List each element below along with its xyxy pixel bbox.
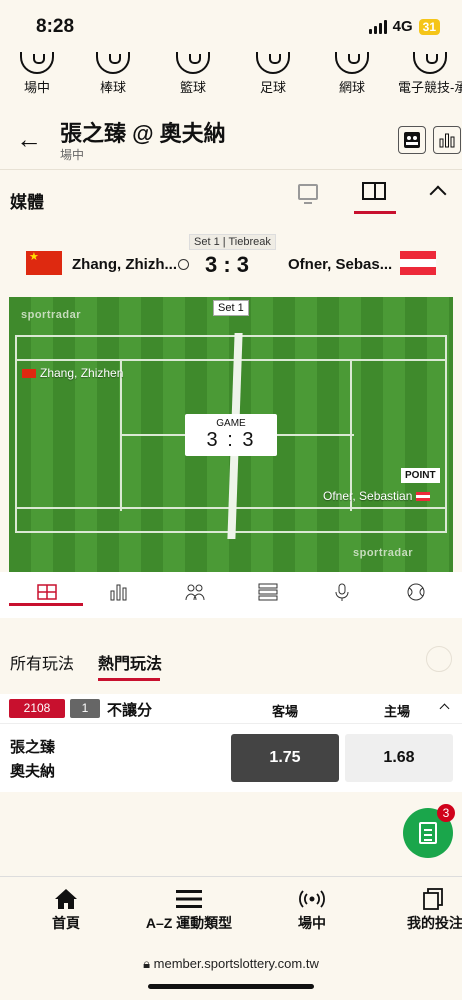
home-indicator[interactable] [148,984,314,989]
player-home-name: Zhang, Zhizh... [72,256,177,273]
market-card: 2108 1 不讓分 客場 主場 張之臻 奧夫納 1.75 1.68 [0,694,462,792]
tab-lineup[interactable] [184,582,208,604]
china-flag-icon [26,250,62,275]
status-time: 8:28 [36,16,75,37]
status-bar: 8:28 4G 31 [0,0,462,52]
sport-item-esports[interactable]: 電子競技-承 [398,52,462,96]
tab-popular-markets[interactable]: 熱門玩法 [98,650,162,674]
set-label: Set 1 | Tiebreak [189,234,276,250]
sportradar-logo: sportradar [21,309,82,321]
visualization-tabs [0,572,462,618]
serve-indicator-icon [178,259,189,270]
browser-url[interactable]: 🔒︎ member.sportslottery.com.tw [0,956,462,972]
sport-item-soccer[interactable]: 足球 [253,52,293,96]
bar-chart-icon [110,584,127,601]
basketball-icon [176,52,210,74]
monitor-icon[interactable] [298,184,318,204]
scoreboard: Set 1 | Tiebreak Zhang, Zhizh... 3 : 3 O… [0,226,462,296]
collapse-caret-icon[interactable] [439,703,450,714]
back-arrow-icon[interactable]: ← [16,124,42,155]
market-count-badge: 1 [70,699,100,718]
live-icon [299,890,325,908]
betslip-count-badge: 3 [437,804,455,822]
team-2-name: 奧夫納 [10,763,56,780]
sport-item-basketball[interactable]: 籃球 [173,52,213,96]
china-flag-icon [22,369,36,378]
match-score: 3 : 3 [205,252,250,277]
court-player-2: Ofner, Sebastian [323,489,431,503]
court-visualization: sportradar sportradar Set 1 Zhang, Zhizh… [9,297,453,572]
tab-list[interactable] [257,582,281,604]
tab-popular-indicator [98,678,160,681]
market-name: 不讓分 [107,702,153,719]
signal-icon [368,19,387,34]
game-score-box: GAME 3 : 3 [185,414,277,456]
filter-circle-button[interactable] [426,646,452,672]
team-icon [404,132,420,148]
soccer-icon [256,52,290,74]
page-subtitle: 場中 [60,148,85,162]
battery-icon: 31 [418,18,440,35]
nav-az-sports[interactable]: A–Z 運動類型 [134,887,244,933]
microphone-icon [335,583,349,601]
market-filter-tabs: 所有玩法 熱門玩法 [0,640,462,682]
status-right: 4G 31 [368,18,440,35]
austria-flag-icon [416,492,431,501]
column-home-label: 主場 [384,704,411,719]
player-away-name: Ofner, Sebas... [288,256,393,273]
stats-button[interactable] [433,126,461,154]
court-icon [37,584,57,600]
game-score: 3 : 3 [206,429,256,451]
tennis-ball-icon [407,583,425,601]
media-active-indicator [354,211,396,214]
people-icon [185,584,205,601]
court-view-icon[interactable] [362,182,386,200]
nav-home[interactable]: 首頁 [46,887,86,933]
menu-icon [176,890,202,908]
network-label: 4G [392,18,413,35]
media-title: 媒體 [10,193,44,212]
baseball-icon [96,52,130,74]
game-label: GAME [216,418,246,429]
page-header: ← 張之臻 @ 奧夫納 場中 [0,104,462,170]
market-teams: 張之臻 奧夫納 [10,736,55,784]
bar-chart-icon [439,133,455,148]
sportradar-logo: sportradar [353,547,414,559]
tab-all-markets[interactable]: 所有玩法 [10,650,74,674]
tab-stats[interactable] [108,582,132,604]
column-away-label: 客場 [272,704,299,719]
odds-home-button[interactable]: 1.68 [345,734,453,782]
team-1-name: 張之臻 [10,739,56,756]
point-label: POINT [401,468,440,483]
bottom-nav: 首頁 A–Z 運動類型 場中 我的投注 [0,876,462,942]
home-icon [55,889,77,909]
sport-item-live[interactable]: 場中 [17,52,57,96]
austria-flag-icon [400,251,436,275]
nav-my-bets[interactable]: 我的投注 [400,887,462,933]
live-icon [20,52,54,74]
lineup-button[interactable] [398,126,426,154]
court-set-badge: Set 1 [213,300,249,316]
odds-away-button[interactable]: 1.75 [231,734,339,782]
collapse-caret-icon[interactable] [429,185,447,203]
sport-item-tennis[interactable]: 網球 [332,52,372,96]
lock-icon: 🔒︎ [143,956,154,971]
nav-live[interactable]: 場中 [292,887,332,933]
tab-court[interactable] [36,582,60,604]
tab-tennis[interactable] [405,582,429,604]
betslip-icon [419,822,437,844]
media-section: 媒體 [0,172,462,226]
court-player-1: Zhang, Zhizhen [22,366,123,380]
tennis-icon [335,52,369,74]
market-id-badge: 2108 [9,699,65,718]
tab-court-indicator [9,603,83,606]
bets-icon [423,888,443,910]
esports-icon [413,52,447,74]
tab-commentary[interactable] [331,582,355,604]
page-title: 張之臻 @ 奧夫納 [60,121,226,146]
sports-nav: 場中 棒球 籃球 足球 網球 電子競技-承 [0,52,462,104]
sport-item-baseball[interactable]: 棒球 [93,52,133,96]
market-header[interactable]: 2108 1 不讓分 客場 主場 [0,694,462,724]
list-icon [258,583,278,601]
